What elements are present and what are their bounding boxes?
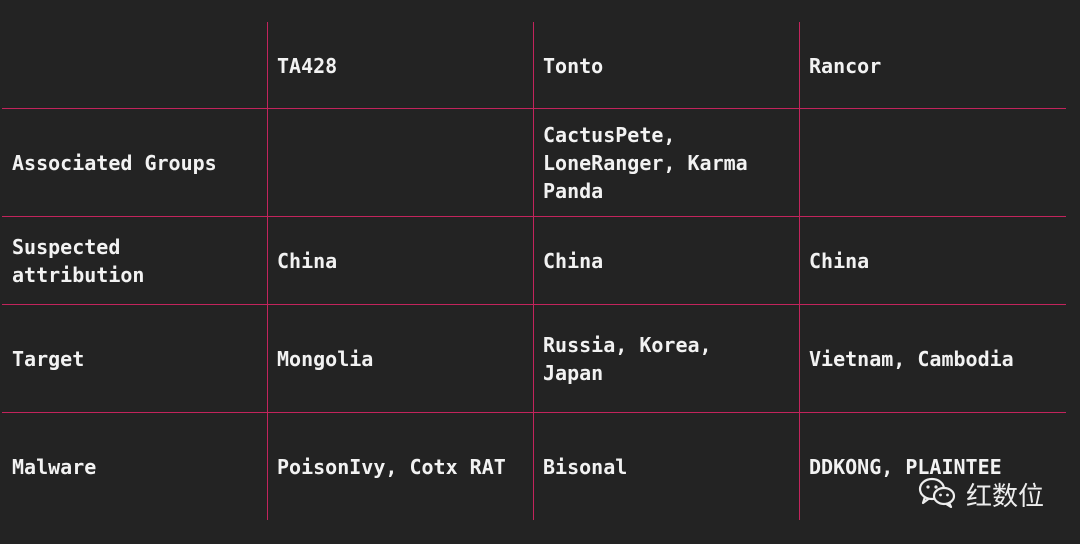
row-label-suspected-attribution: Suspected attribution — [12, 234, 145, 287]
watermark: 红数位 — [918, 476, 1044, 513]
row-label-malware: Malware — [12, 454, 97, 479]
row-label-target: Target — [12, 346, 85, 371]
cell-attribution-ta428: China — [277, 248, 338, 273]
column-header-ta428: TA428 — [277, 54, 338, 78]
cell-malware-ta428: PoisonIvy, Cotx RAT — [277, 454, 506, 479]
column-header-rancor: Rancor — [809, 54, 882, 78]
column-header-tonto: Tonto — [543, 54, 604, 78]
cell-target-tonto: Russia, Korea, Japan — [543, 332, 712, 385]
row-label-associated-groups: Associated Groups — [12, 150, 217, 175]
cell-associated-groups-tonto: CactusPete, LoneRanger, Karma Panda — [543, 122, 748, 203]
cell-attribution-tonto: China — [543, 248, 604, 273]
cell-attribution-rancor: China — [809, 248, 870, 273]
cell-associated-groups-rancor — [799, 109, 1069, 216]
cell-target-rancor: Vietnam, Cambodia — [809, 346, 1014, 371]
wechat-icon — [918, 476, 956, 513]
header-corner — [0, 22, 267, 108]
cell-associated-groups-ta428 — [267, 109, 533, 216]
watermark-text: 红数位 — [966, 482, 1045, 512]
cell-target-ta428: Mongolia — [277, 346, 374, 371]
cell-malware-tonto: Bisonal — [543, 454, 628, 479]
comparison-slide: TA428 Tonto Rancor Associated Groups Cac… — [0, 0, 1080, 544]
